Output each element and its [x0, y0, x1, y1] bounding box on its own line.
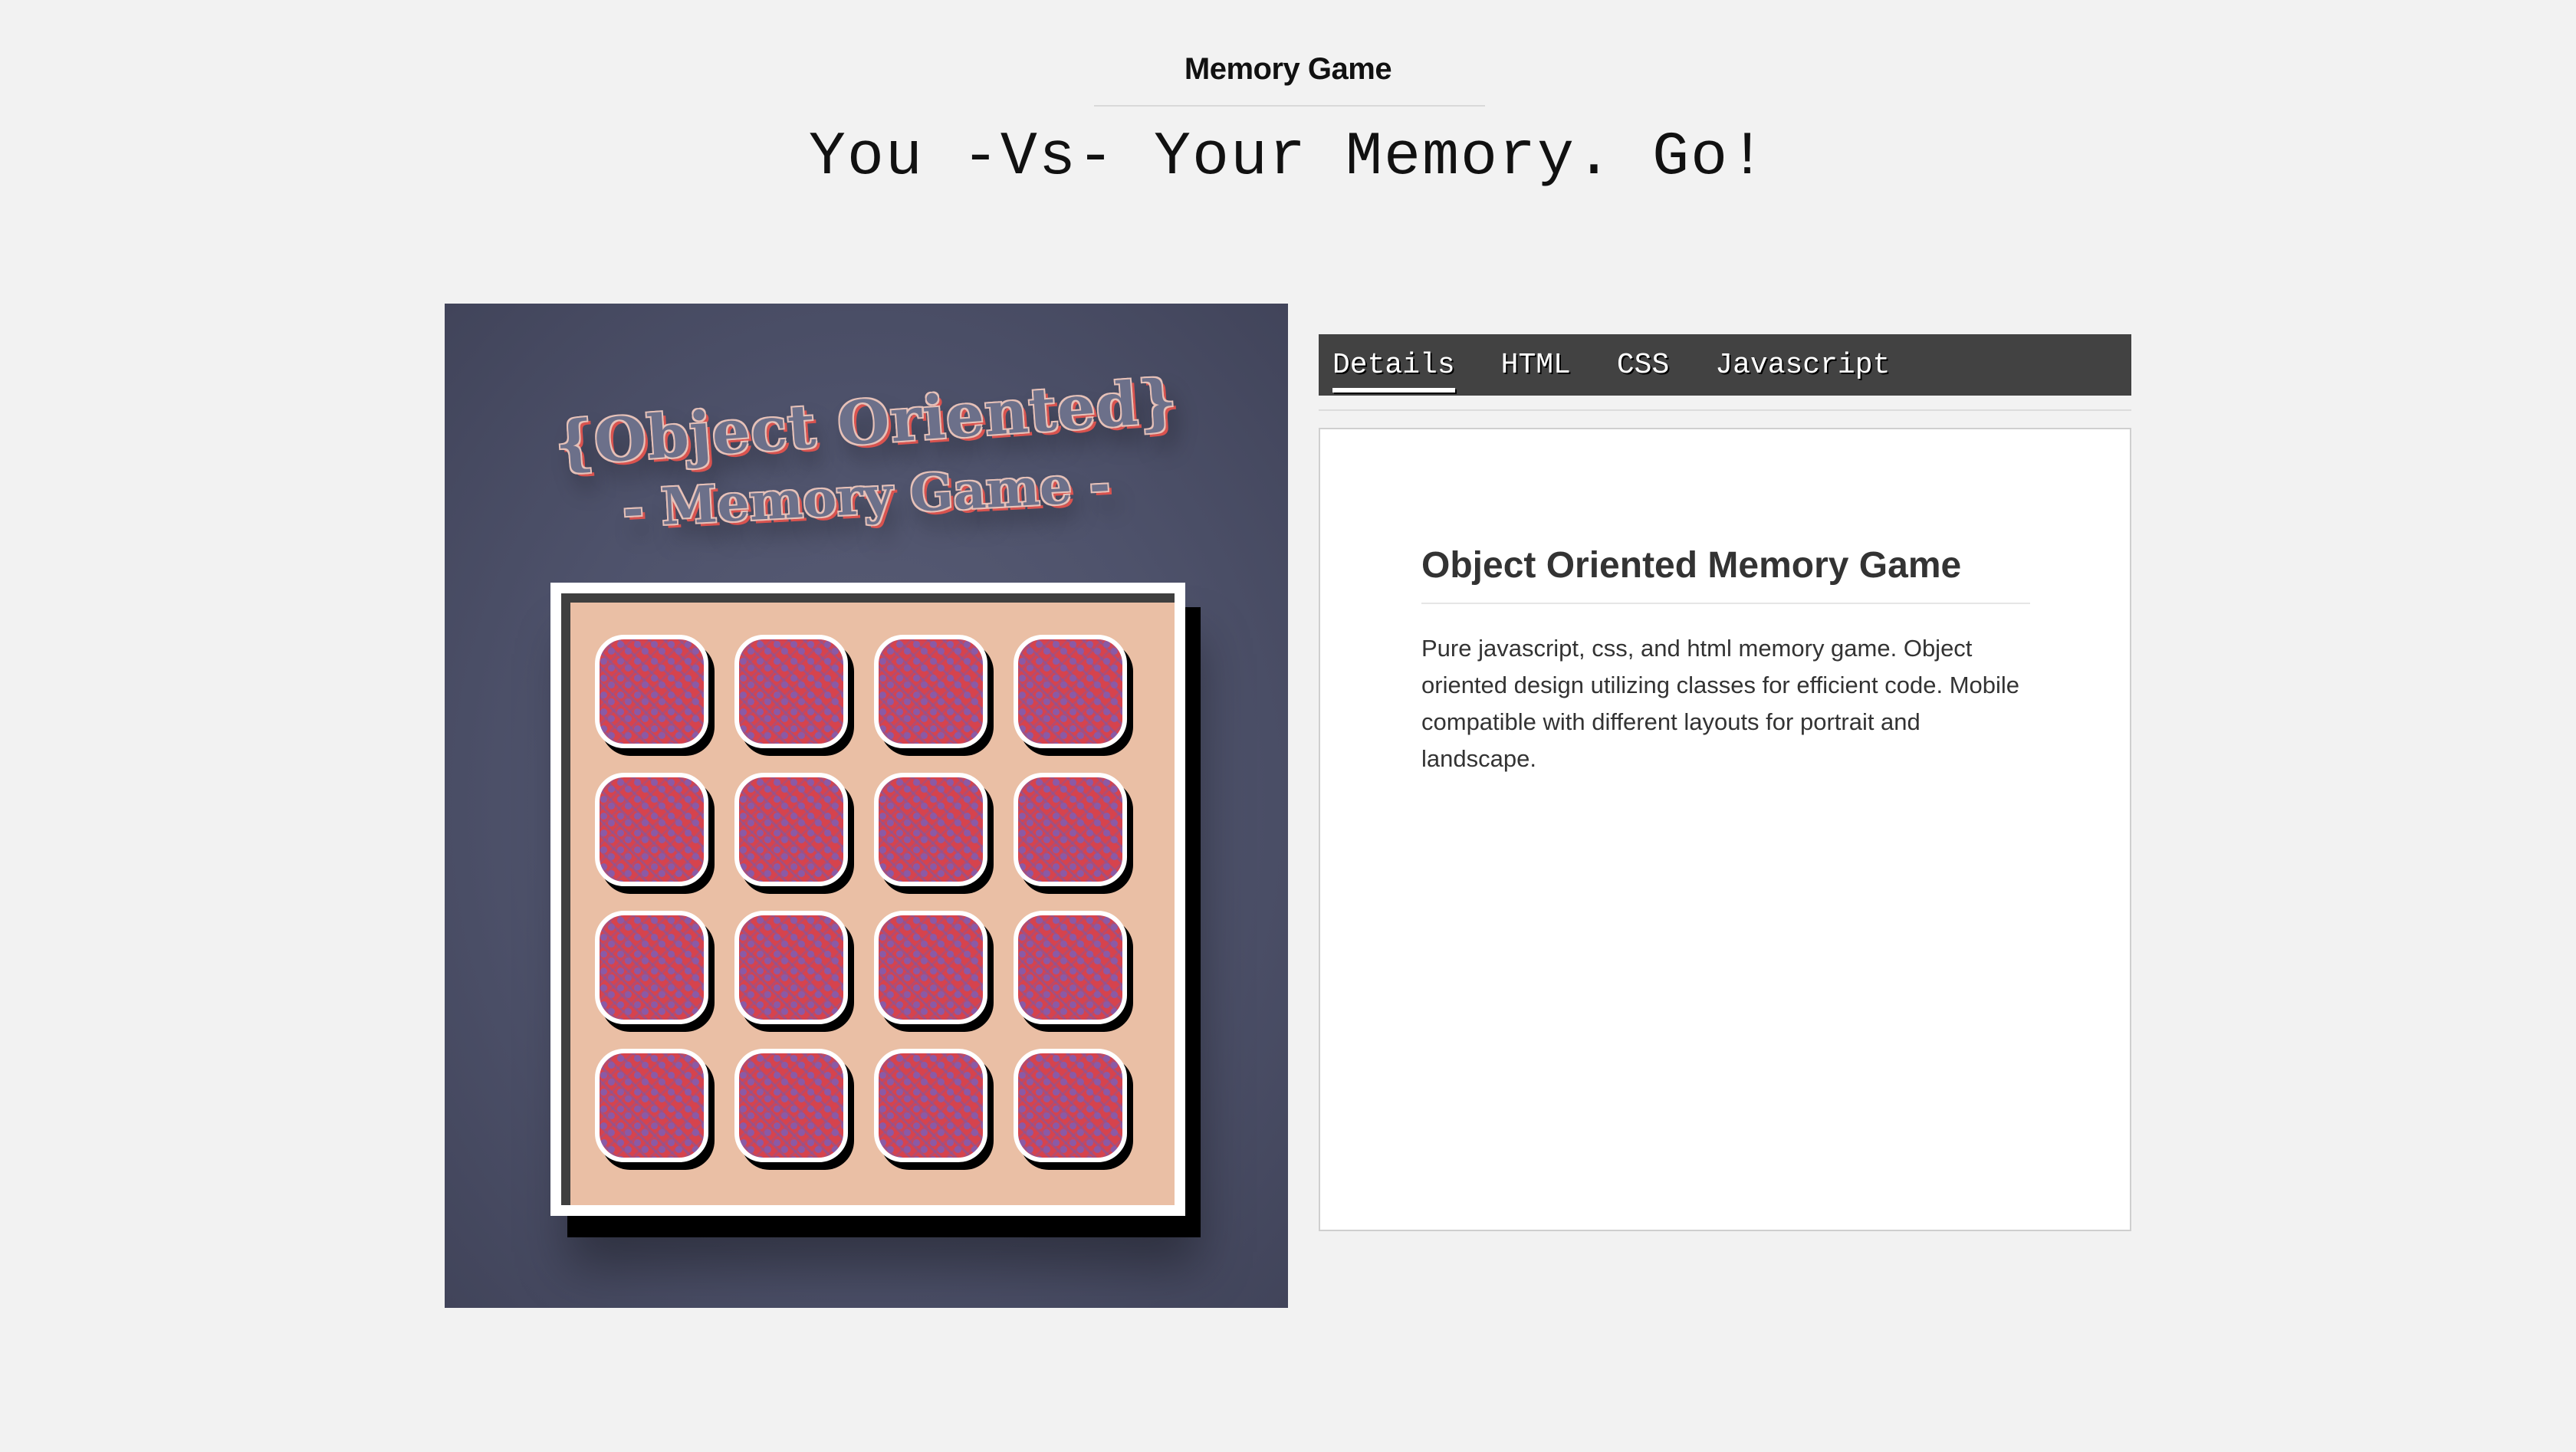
- tab-javascript[interactable]: Javascript: [1715, 349, 1890, 382]
- details-description: Pure javascript, css, and html memory ga…: [1421, 635, 2020, 772]
- memory-card[interactable]: [734, 911, 848, 1024]
- memory-card[interactable]: [595, 1049, 708, 1162]
- memory-card[interactable]: [595, 911, 708, 1024]
- memory-card[interactable]: [874, 911, 987, 1024]
- details-divider: [1421, 603, 2030, 604]
- memory-card[interactable]: [1014, 1049, 1127, 1162]
- card-grid: [595, 635, 1132, 1171]
- memory-card[interactable]: [1014, 635, 1127, 748]
- memory-card[interactable]: [595, 635, 708, 748]
- memory-card[interactable]: [874, 1049, 987, 1162]
- tab-details[interactable]: Details: [1332, 349, 1455, 393]
- details-panel: Object Oriented Memory Game Pure javascr…: [1319, 428, 2131, 1231]
- memory-card[interactable]: [1014, 773, 1127, 886]
- title-divider: [1094, 105, 1485, 107]
- memory-card[interactable]: [1014, 911, 1127, 1024]
- memory-card[interactable]: [874, 773, 987, 886]
- details-heading: Object Oriented Memory Game: [1421, 545, 1962, 586]
- memory-card[interactable]: [595, 773, 708, 886]
- game-preview[interactable]: {Object Oriented} - Memory Game -: [445, 304, 1288, 1308]
- memory-card[interactable]: [734, 773, 848, 886]
- game-board: [550, 583, 1185, 1216]
- memory-card[interactable]: [874, 635, 987, 748]
- memory-card[interactable]: [734, 1049, 848, 1162]
- memory-card[interactable]: [734, 635, 848, 748]
- site-title: Memory Game: [1184, 52, 1392, 86]
- tabs-divider: [1319, 409, 2131, 411]
- tab-html[interactable]: HTML: [1501, 349, 1571, 382]
- tab-css[interactable]: CSS: [1617, 349, 1669, 382]
- tagline: You -Vs- Your Memory. Go!: [808, 123, 1768, 192]
- tab-bar: Details HTML CSS Javascript: [1319, 334, 2131, 396]
